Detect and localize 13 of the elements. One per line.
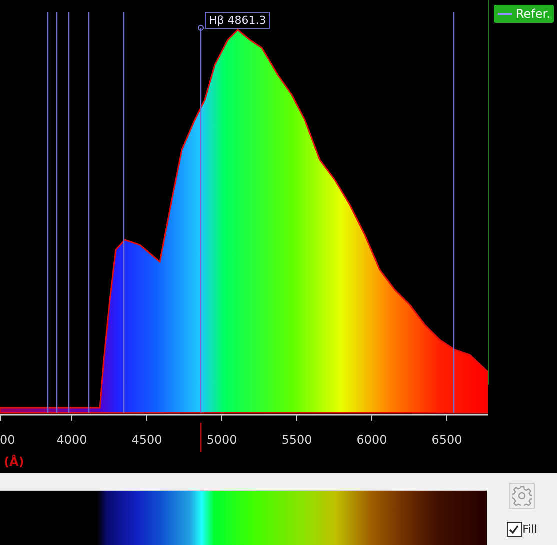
line-label: Hβ 4861.3 <box>205 12 270 29</box>
checkbox[interactable] <box>506 522 522 537</box>
tick-label: 5500 <box>280 433 314 447</box>
tick-label: 6000 <box>356 433 388 447</box>
tick-label: 4000 <box>56 433 88 447</box>
fill-checkbox[interactable]: Fill <box>506 522 538 537</box>
tick-label: 5000 <box>206 433 238 447</box>
settings-icon <box>512 486 532 506</box>
tick-label: 00 <box>0 433 16 447</box>
marker-line <box>200 423 202 452</box>
tick-label: 6500 <box>430 433 464 447</box>
tick-label: 4500 <box>130 433 164 447</box>
axis-label: (Å) <box>4 455 24 469</box>
